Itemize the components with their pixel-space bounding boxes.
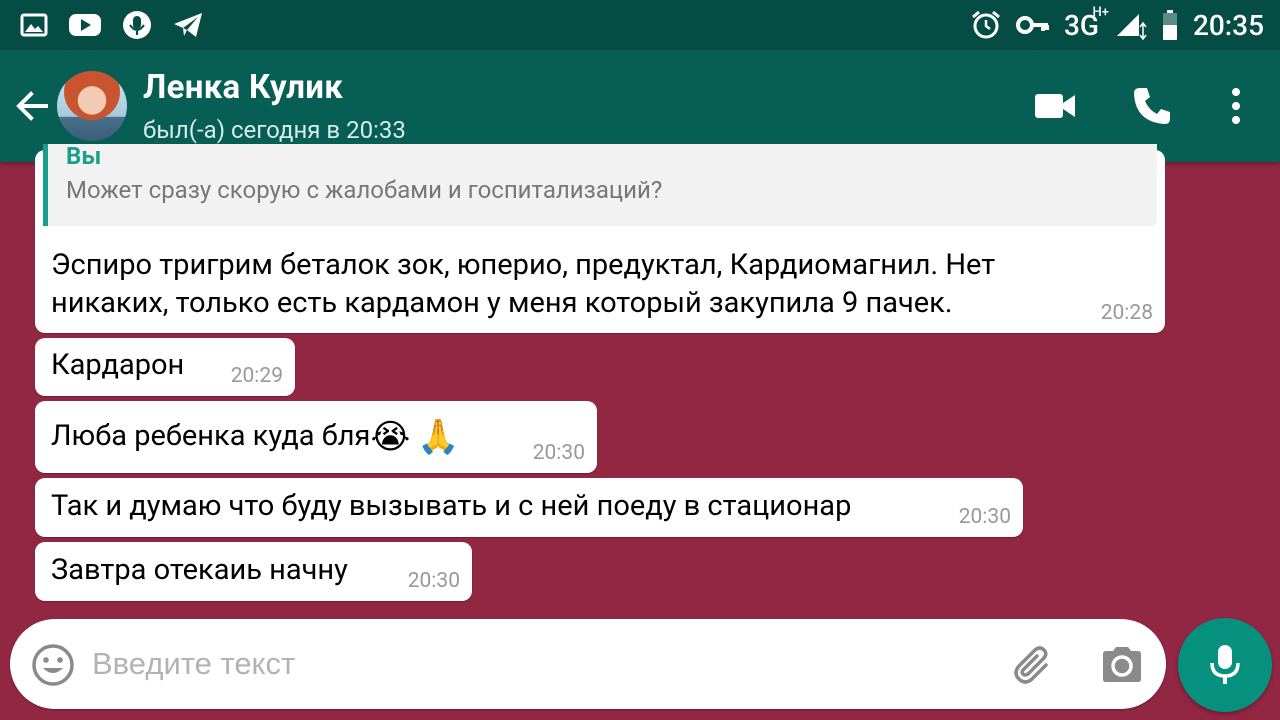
- message-text: Завтра отекаиь начну: [51, 553, 348, 587]
- message-bubble[interactable]: Кардарон 20:29: [35, 338, 295, 396]
- message-text: Люба ребенка куда бля: [51, 419, 371, 453]
- battery-icon: [1162, 10, 1177, 40]
- message-composer: [10, 619, 1166, 709]
- message-time: 20:30: [958, 505, 1011, 529]
- microphone-icon: [123, 11, 151, 39]
- clock: 20:35: [1192, 8, 1264, 42]
- notification-icons: [20, 8, 204, 42]
- voice-record-button[interactable]: [1178, 618, 1272, 712]
- message-text-line: никаких, только есть кардамон у меня кот…: [51, 286, 953, 320]
- last-seen-status: был(-а) сегодня в 20:33: [143, 116, 406, 144]
- camera-icon[interactable]: [1100, 644, 1144, 684]
- quote-author: Вы: [66, 142, 102, 170]
- youtube-icon: [69, 14, 101, 36]
- quote-text: Может сразу скорую с жалобами и госпитал…: [66, 176, 663, 204]
- message-time: 20:29: [230, 364, 283, 388]
- message-bubble[interactable]: Люба ребенка куда бля😭 🙏 20:30: [35, 401, 597, 473]
- reply-quote[interactable]: Вы Может сразу скорую с жалобами и госпи…: [43, 142, 1157, 226]
- message-time: 20:30: [532, 441, 585, 465]
- network-type: 3G H+: [1063, 4, 1109, 42]
- signal-icon: [1116, 14, 1147, 41]
- contact-avatar[interactable]: [57, 71, 127, 141]
- gallery-icon: [20, 13, 48, 37]
- voice-call-icon[interactable]: [1130, 84, 1174, 128]
- contact-name[interactable]: Ленка Кулик: [143, 68, 343, 107]
- alarm-icon: [971, 10, 1000, 39]
- message-text: Так и думаю что буду вызывать и с ней по…: [51, 489, 852, 523]
- back-arrow-icon[interactable]: [12, 86, 52, 126]
- message-bubble[interactable]: Так и думаю что буду вызывать и с ней по…: [35, 478, 1023, 537]
- telegram-icon: [174, 13, 202, 37]
- message-text-row: Люба ребенка куда бля😭 🙏: [51, 417, 460, 456]
- message-input[interactable]: [92, 639, 972, 689]
- folded-hands-emoji: 🙏: [417, 417, 460, 458]
- message-text: Кардарон: [51, 348, 185, 382]
- emoji-icon[interactable]: [30, 642, 76, 688]
- system-icons: 3G H+ 20:35: [970, 4, 1264, 44]
- message-bubble[interactable]: Вы Может сразу скорую с жалобами и госпи…: [35, 142, 1165, 333]
- crying-face-emoji: 😭: [370, 417, 411, 458]
- more-options-icon[interactable]: [1214, 84, 1258, 128]
- message-text-line: Эспиро тригрим беталок зок, юперио, пред…: [51, 248, 996, 282]
- status-bar: 3G H+ 20:35: [0, 0, 1280, 50]
- key-icon: [1015, 16, 1049, 34]
- attach-icon[interactable]: [1010, 641, 1058, 689]
- message-time: 20:28: [1100, 301, 1153, 325]
- video-call-icon[interactable]: [1033, 84, 1077, 128]
- message-bubble[interactable]: Завтра отекаиь начну 20:30: [35, 542, 472, 601]
- microphone-icon: [1210, 645, 1240, 684]
- message-time: 20:30: [407, 569, 460, 593]
